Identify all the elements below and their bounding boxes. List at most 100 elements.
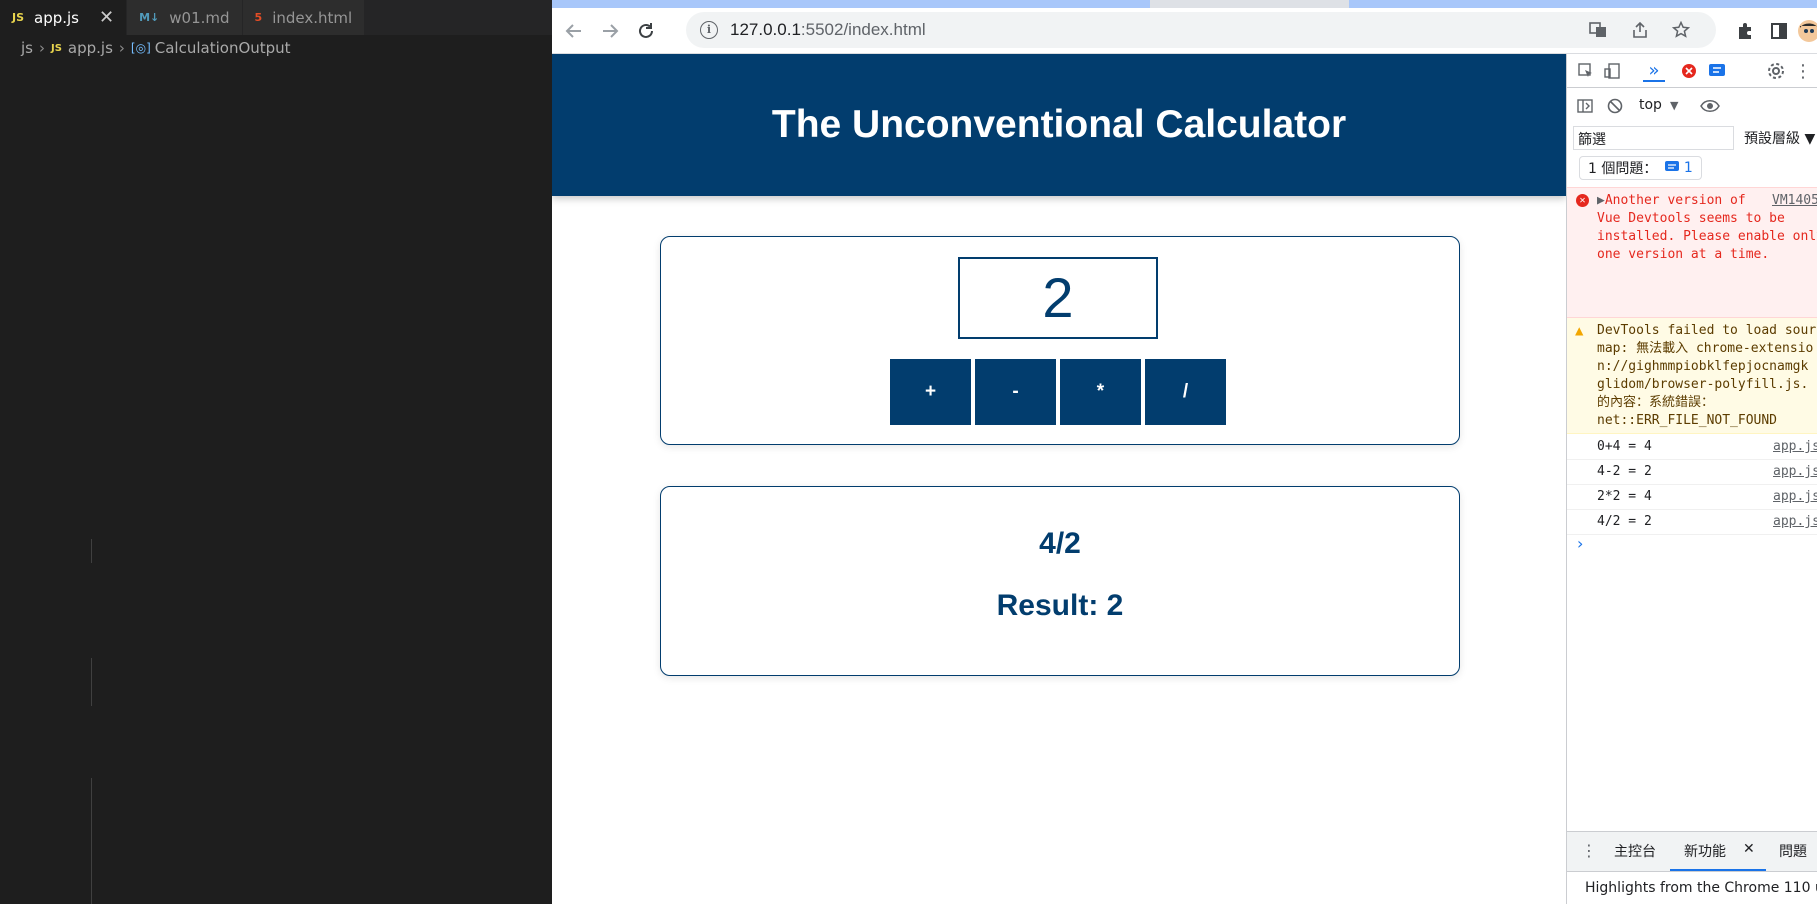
breadcrumb-symbol[interactable]: CalculationOutput	[155, 39, 291, 57]
side-panel-icon[interactable]	[1766, 18, 1792, 44]
browser-window: i 127.0.0.1:5502/index.html The Unconven…	[552, 0, 1817, 904]
drawer-tab-console[interactable]: 主控台	[1614, 841, 1656, 861]
console-filter-input[interactable]: 篩選	[1573, 126, 1734, 150]
inspect-element-icon[interactable]	[1575, 60, 1597, 82]
log-source-link[interactable]: app.js	[1773, 460, 1817, 484]
warning-text[interactable]: DevTools failed to load source map: 無法載入…	[1597, 322, 1817, 430]
log-text: 4/2 = 2	[1597, 514, 1652, 529]
devtools-drawer-tabs: ⋮ 主控台 新功能 ✕ 問題	[1567, 831, 1817, 872]
url-text[interactable]: 127.0.0.1:5502/index.html	[730, 20, 926, 40]
indent-guide	[91, 539, 92, 563]
issues-button[interactable]: 1 個問題： 1	[1579, 156, 1702, 180]
drawer-tab-issues[interactable]: 問題	[1779, 841, 1807, 861]
calculation-output: 4/2	[1039, 527, 1081, 560]
issues-count: 1	[1683, 160, 1693, 176]
console-warning-message: ▲ DevTools failed to load source map: 無法…	[1567, 318, 1817, 434]
browser-tab[interactable]	[1349, 0, 1817, 8]
log-source-link[interactable]: app.js	[1773, 435, 1817, 459]
back-arrow-icon[interactable]	[561, 18, 587, 44]
clear-console-icon[interactable]	[1605, 96, 1625, 116]
close-icon[interactable]: ✕	[1743, 841, 1755, 857]
translate-icon[interactable]	[1588, 20, 1608, 40]
log-source-link[interactable]: app.js	[1773, 485, 1817, 509]
divide-button[interactable]: /	[1145, 359, 1226, 425]
gear-icon[interactable]	[1765, 60, 1787, 82]
close-tab-icon[interactable]: ✕	[99, 8, 114, 27]
console-error-message: ✕ ▶Another version of Vue Devtools seems…	[1567, 187, 1817, 318]
context-label: top	[1639, 97, 1662, 113]
log-text: 0+4 = 4	[1597, 439, 1652, 454]
warning-icon: ▲	[1575, 323, 1584, 339]
devtools-tab-bar: » ⋮	[1567, 54, 1817, 88]
dropdown-arrow-icon: ▼	[1669, 99, 1679, 112]
tab-w01-md[interactable]: M↓ w01.md	[127, 0, 243, 35]
drawer-menu-icon[interactable]: ⋮	[1581, 841, 1597, 860]
app-header: The Unconventional Calculator	[552, 54, 1566, 196]
log-text: 2*2 = 4	[1597, 489, 1652, 504]
number-input[interactable]: 2	[958, 257, 1158, 339]
tab-index-html[interactable]: 5 index.html	[242, 0, 366, 35]
result-card: 4/2 Result: 2	[660, 486, 1460, 676]
subtract-button[interactable]: -	[975, 359, 1056, 425]
error-count-icon[interactable]	[1679, 61, 1699, 81]
operator-buttons: + - * /	[890, 359, 1226, 425]
profile-avatar-icon[interactable]	[1796, 18, 1817, 44]
reload-icon[interactable]	[633, 18, 659, 44]
log-source-link[interactable]: app.js	[1773, 510, 1817, 534]
console-prompt-icon[interactable]: ›	[1577, 534, 1583, 553]
browser-toolbar: i 127.0.0.1:5502/index.html	[552, 8, 1817, 54]
vscode-editor: JS app.js ✕ M↓ w01.md 5 index.html js › …	[0, 0, 552, 904]
message-count-icon[interactable]	[1706, 61, 1728, 81]
indent-guide	[91, 778, 92, 904]
url-host: 127.0.0.1	[730, 20, 801, 39]
device-toolbar-icon[interactable]	[1601, 60, 1623, 82]
extensions-icon[interactable]	[1732, 18, 1758, 44]
indent-guide	[91, 658, 92, 706]
tab-label: app.js	[34, 8, 80, 27]
forward-arrow-icon[interactable]	[597, 18, 623, 44]
log-text: 4-2 = 2	[1597, 464, 1652, 479]
breadcrumb-file[interactable]: app.js	[68, 39, 113, 57]
context-selector[interactable]: top ▼	[1639, 97, 1678, 113]
whats-new-heading: Highlights from the Chrome 110 update	[1567, 871, 1817, 904]
issues-label: 1 個問題：	[1588, 161, 1658, 177]
tab-label: index.html	[272, 8, 353, 27]
multiply-button[interactable]: *	[1060, 359, 1141, 425]
drawer-tab-whats-new[interactable]: 新功能	[1684, 841, 1726, 861]
editor-tab-bar: JS app.js ✕ M↓ w01.md 5 index.html	[0, 0, 552, 35]
result-output: Result: 2	[996, 589, 1124, 622]
breadcrumb-folder[interactable]: js	[21, 39, 33, 57]
console-log-row: 4/2 = 2 app.js	[1567, 510, 1817, 535]
markdown-file-icon: M↓	[139, 11, 160, 24]
add-button[interactable]: +	[890, 359, 971, 425]
log-levels-dropdown[interactable]: 預設層級 ▼	[1744, 128, 1815, 148]
page-viewport: The Unconventional Calculator 2 + - * / …	[552, 54, 1566, 904]
javascript-file-icon: JS	[12, 11, 25, 24]
variable-symbol-icon: [◎]	[130, 41, 151, 55]
devtools-panel: » ⋮ top ▼ 篩選 預設層級 ▼ 1 個問題： 1 ✕ ▶Another …	[1566, 54, 1817, 904]
console-log-row: 0+4 = 4 app.js	[1567, 435, 1817, 460]
html-file-icon: 5	[254, 11, 263, 24]
tab-label: w01.md	[169, 8, 230, 27]
bookmark-star-icon[interactable]	[1671, 20, 1691, 40]
url-path: :5502/index.html	[800, 20, 926, 39]
page-title: The Unconventional Calculator	[771, 103, 1347, 146]
sidebar-toggle-icon[interactable]	[1575, 96, 1595, 116]
console-log-row: 2*2 = 4 app.js	[1567, 485, 1817, 510]
more-options-icon[interactable]: ⋮	[1793, 60, 1813, 82]
chevron-right-icon: ›	[38, 39, 45, 57]
site-info-icon[interactable]: i	[700, 21, 718, 39]
share-icon[interactable]	[1630, 20, 1650, 40]
tab-app-js[interactable]: JS app.js ✕	[0, 0, 128, 35]
more-tabs-icon[interactable]: »	[1643, 60, 1665, 82]
error-icon: ✕	[1576, 194, 1589, 207]
console-toolbar: top ▼	[1567, 88, 1817, 124]
eye-icon[interactable]	[1699, 96, 1721, 116]
error-source-link[interactable]: VM1405	[1772, 192, 1817, 210]
breadcrumb: js › JS app.js › [◎] CalculationOutput	[0, 38, 291, 58]
address-bar[interactable]: i 127.0.0.1:5502/index.html	[686, 12, 1716, 48]
browser-tab-strip	[552, 0, 1817, 8]
chevron-right-icon: ›	[118, 39, 125, 57]
browser-tab[interactable]	[552, 0, 1150, 8]
issues-badge: 1	[1665, 160, 1693, 176]
